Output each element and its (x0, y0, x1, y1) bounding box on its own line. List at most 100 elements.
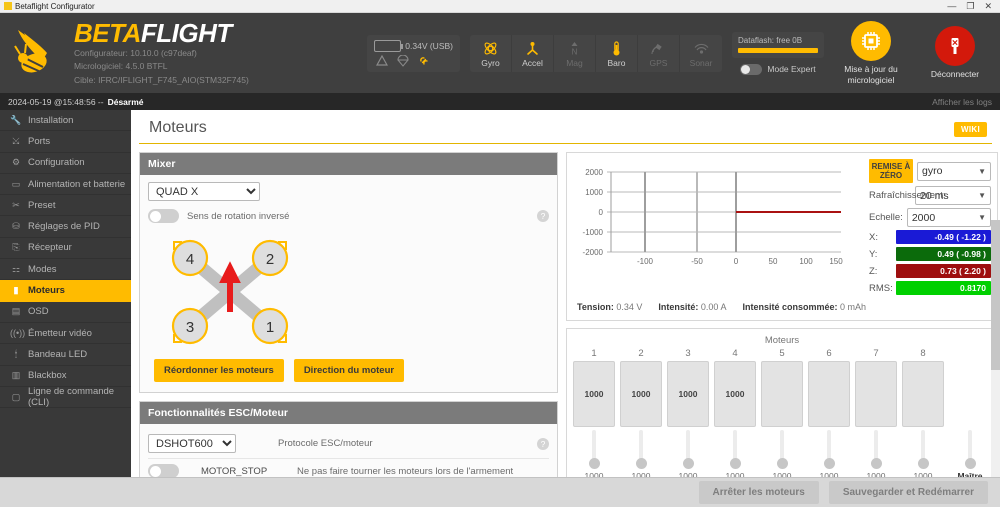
axis-rms-value: 0.8170 (896, 281, 991, 296)
esc-protocol-help-icon[interactable]: ? (537, 437, 549, 450)
sidebar-item-preset[interactable]: ✂ Preset (0, 195, 131, 217)
wiki-badge[interactable]: WIKI (954, 122, 987, 137)
firmware-update-label: Mise à jour du micrologiciel (844, 64, 898, 85)
content-scrollbar[interactable] (991, 220, 1000, 507)
usb-disconnect-icon: ✕ (951, 38, 959, 55)
motor-column: 1 1000 (573, 348, 615, 428)
svg-text:-100: -100 (637, 257, 654, 266)
motor-slider[interactable] (667, 427, 709, 470)
svg-text:N: N (572, 47, 578, 56)
sidebar-item-pid-tuning[interactable]: ⛁ Réglages de PID (0, 216, 131, 238)
master-slider[interactable] (949, 427, 991, 470)
minimize-button[interactable]: — (947, 1, 956, 12)
quad-x-illustration: 4 2 3 1 (171, 239, 289, 345)
window-title: Betaflight Configurator (15, 1, 95, 11)
arm-state-badge: Désarmé (107, 96, 144, 107)
svg-text:3: 3 (186, 319, 194, 336)
sensor-accel: Accel (512, 34, 554, 72)
sidebar-item-vtx[interactable]: ((•)) Émetteur vidéo (0, 323, 131, 345)
svg-text:0: 0 (599, 208, 604, 217)
current-label: Intensité: (658, 302, 699, 313)
sidebar-item-power-battery[interactable]: ▭ Alimentation et batterie (0, 174, 131, 196)
motor-number: 2 (638, 348, 644, 360)
disconnect-button[interactable]: ✕ Déconnecter (918, 26, 992, 79)
motor-slider-column: 1000 (573, 427, 615, 481)
sidebar-item-receiver[interactable]: ⎘ Récepteur (0, 238, 131, 260)
show-logs-link[interactable]: Afficher les logs (932, 97, 992, 107)
sidebar-label: Bandeau LED (28, 348, 88, 360)
maximize-button[interactable]: ❐ (966, 1, 974, 12)
sidebar-item-led-strip[interactable]: 🕯 Bandeau LED (0, 344, 131, 366)
close-button[interactable]: ✕ (984, 1, 992, 12)
chevron-down-icon: ▼ (978, 213, 986, 223)
sidebar-item-modes[interactable]: ⚏ Modes (0, 259, 131, 281)
mixer-type-select[interactable]: QUAD X (148, 182, 260, 201)
motor-stop-toggle[interactable] (148, 464, 179, 478)
motor-slider[interactable] (902, 427, 944, 470)
axis-rms-label: RMS: (869, 282, 893, 294)
motor-number: 5 (779, 348, 785, 360)
motor-direction-button[interactable]: Direction du moteur (293, 359, 405, 382)
motor-number: 8 (920, 348, 926, 360)
sidebar-item-configuration[interactable]: ⚙ Configuration (0, 153, 131, 174)
chevron-down-icon: ▼ (978, 166, 986, 176)
motor-stop-label: Ne pas faire tourner les moteurs lors de… (297, 465, 514, 477)
gps-icon (651, 43, 662, 54)
logo-flight: FLIGHT (140, 18, 232, 49)
motor-value-bar (855, 361, 897, 428)
esc-protocol-select[interactable]: DSHOT600 (148, 434, 236, 453)
motor-number: 4 (732, 348, 738, 360)
consumed-label: Intensité consommée: (742, 302, 838, 313)
expert-mode-switch[interactable] (740, 63, 763, 75)
sensor-mag-label: Mag (566, 57, 583, 68)
scrollbar-thumb[interactable] (991, 220, 1000, 370)
motor-slider[interactable] (855, 427, 897, 470)
sidebar-item-blackbox[interactable]: ▥ Blackbox (0, 366, 131, 387)
axis-x-value: -0.49 ( -1.22 ) (896, 230, 991, 245)
page-title: Moteurs (139, 110, 992, 144)
motor-slider[interactable] (620, 427, 662, 470)
parachute-icon (397, 54, 409, 67)
sidebar-label: Modes (28, 263, 57, 275)
sidebar-label: Émetteur vidéo (28, 327, 92, 339)
motor-column: 2 1000 (620, 348, 662, 428)
svg-text:-1000: -1000 (583, 228, 604, 237)
svg-text:150: 150 (829, 257, 843, 266)
chevron-down-icon: ▼ (978, 191, 986, 201)
motor-slider[interactable] (761, 427, 803, 470)
sidebar-item-cli[interactable]: ▢ Ligne de commande (CLI) (0, 386, 131, 409)
battery-status-box: 0.34V (USB) (367, 34, 460, 72)
reset-zero-button[interactable]: REMISE À ZÉRO (869, 159, 913, 184)
motor-value-bar (808, 361, 850, 428)
sidebar-label: Alimentation et batterie (28, 178, 126, 190)
sidebar-nav: 🔧 Installation ⤩ Ports ⚙ Configuration ▭ Ali… (0, 110, 131, 507)
reversed-motor-toggle[interactable] (148, 209, 179, 223)
expert-mode-toggle[interactable]: Mode Expert (740, 63, 816, 75)
sensor-mag: N Mag (554, 34, 596, 72)
save-reboot-button[interactable]: Sauvegarder et Redémarrer (828, 481, 988, 504)
scale-select[interactable]: 2000 ▼ (906, 208, 991, 228)
reversed-help-icon[interactable]: ? (537, 210, 549, 222)
motor-slider[interactable] (573, 427, 615, 470)
osd-icon: ▤ (11, 306, 21, 317)
motor-slider[interactable] (808, 427, 850, 470)
sensor-sonar-label: Sonar (689, 57, 713, 68)
sidebar-item-installation[interactable]: 🔧 Installation (0, 110, 131, 132)
motor-value-bar (761, 361, 803, 428)
graph-source-select[interactable]: gyro ▼ (917, 161, 991, 181)
reorder-motors-button[interactable]: Réordonner les moteurs (154, 359, 284, 382)
stop-motors-button[interactable]: Arrêter les moteurs (698, 481, 819, 504)
sidebar-item-ports[interactable]: ⤩ Ports (0, 131, 131, 153)
sidebar-item-osd[interactable]: ▤ OSD (0, 302, 131, 323)
motor-number: 7 (873, 348, 879, 360)
target-name: Cible: IFRC/IFLIGHT_F745_AIO(STM32F745) (74, 74, 249, 85)
svg-text:-50: -50 (691, 257, 703, 266)
svg-text:4: 4 (186, 251, 194, 268)
svg-text:2: 2 (266, 251, 274, 268)
firmware-update-button[interactable]: Mise à jour du micrologiciel (834, 21, 908, 85)
axis-z-value: 0.73 ( 2.20 ) (896, 264, 991, 279)
sidebar-item-motors[interactable]: ▮ Moteurs (0, 280, 131, 302)
axis-y-value: 0.49 ( -0.98 ) (896, 247, 991, 262)
motor-slider-column: 1000 (714, 427, 756, 481)
motor-slider[interactable] (714, 427, 756, 470)
